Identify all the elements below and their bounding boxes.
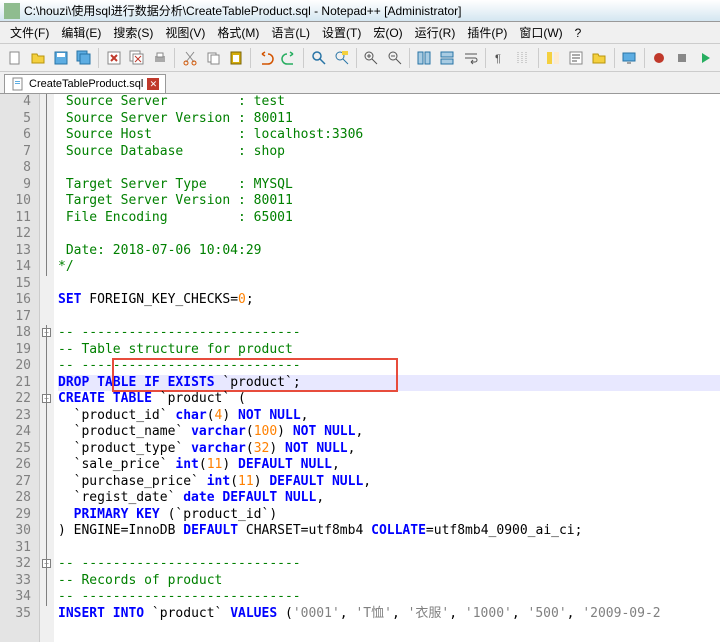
print-icon[interactable]: [149, 47, 170, 69]
save-all-icon[interactable]: [73, 47, 94, 69]
paste-icon[interactable]: [225, 47, 246, 69]
open-file-icon[interactable]: [27, 47, 48, 69]
close-all-icon[interactable]: [126, 47, 147, 69]
redo-icon[interactable]: [278, 47, 299, 69]
menu-plugins[interactable]: 插件(P): [461, 24, 513, 41]
toolbar: ¶: [0, 44, 720, 72]
sync-v-icon[interactable]: [414, 47, 435, 69]
wrap-icon[interactable]: [460, 47, 481, 69]
app-icon: [4, 3, 20, 19]
menu-view[interactable]: 视图(V): [159, 24, 211, 41]
sync-h-icon[interactable]: [437, 47, 458, 69]
menu-format[interactable]: 格式(M): [211, 24, 265, 41]
replace-icon[interactable]: [331, 47, 352, 69]
menu-macro[interactable]: 宏(O): [367, 24, 408, 41]
fold-gutter[interactable]: −−−: [40, 94, 54, 642]
window-title: C:\houzi\使用sql进行数据分析\CreateTableProduct.…: [24, 2, 462, 19]
menu-file[interactable]: 文件(F): [4, 24, 55, 41]
folder-tree-icon[interactable]: [589, 47, 610, 69]
svg-text:¶: ¶: [495, 53, 501, 65]
copy-icon[interactable]: [202, 47, 223, 69]
undo-icon[interactable]: [255, 47, 276, 69]
new-file-icon[interactable]: [4, 47, 25, 69]
file-icon: [11, 77, 25, 91]
menu-language[interactable]: 语言(L): [265, 24, 316, 41]
tab-active[interactable]: CreateTableProduct.sql ✕: [4, 74, 166, 93]
menu-run[interactable]: 运行(R): [409, 24, 462, 41]
code-editor[interactable]: 4567891011121314151617181920212223242526…: [0, 94, 720, 642]
line-number-gutter: 4567891011121314151617181920212223242526…: [0, 94, 40, 642]
doc-map-icon[interactable]: [543, 47, 564, 69]
save-icon[interactable]: [50, 47, 71, 69]
stop-macro-icon[interactable]: [672, 47, 693, 69]
menu-search[interactable]: 搜索(S): [107, 24, 159, 41]
find-icon[interactable]: [308, 47, 329, 69]
menu-window[interactable]: 窗口(W): [513, 24, 568, 41]
menu-help[interactable]: ?: [569, 26, 588, 40]
cut-icon[interactable]: [179, 47, 200, 69]
indent-guide-icon[interactable]: [513, 47, 534, 69]
menu-bar: 文件(F) 编辑(E) 搜索(S) 视图(V) 格式(M) 语言(L) 设置(T…: [0, 22, 720, 44]
show-all-chars-icon[interactable]: ¶: [490, 47, 511, 69]
function-list-icon[interactable]: [566, 47, 587, 69]
window-titlebar: C:\houzi\使用sql进行数据分析\CreateTableProduct.…: [0, 0, 720, 22]
menu-edit[interactable]: 编辑(E): [55, 24, 107, 41]
record-macro-icon[interactable]: [649, 47, 670, 69]
tab-label: CreateTableProduct.sql: [29, 78, 143, 90]
tab-close-icon[interactable]: ✕: [147, 78, 159, 90]
close-icon[interactable]: [103, 47, 124, 69]
tab-bar: CreateTableProduct.sql ✕: [0, 72, 720, 94]
monitor-icon[interactable]: [619, 47, 640, 69]
play-macro-icon[interactable]: [695, 47, 716, 69]
menu-settings[interactable]: 设置(T): [316, 24, 367, 41]
zoom-out-icon[interactable]: [384, 47, 405, 69]
code-content[interactable]: Source Server : test Source Server Versi…: [54, 94, 720, 642]
zoom-in-icon[interactable]: [361, 47, 382, 69]
